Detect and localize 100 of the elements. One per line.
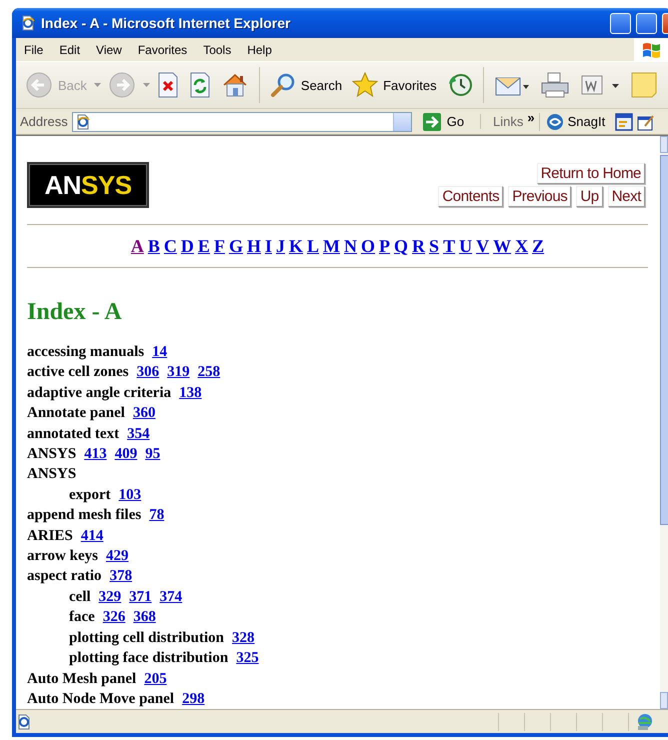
letter-link[interactable]: B bbox=[148, 236, 160, 257]
letter-link[interactable]: A bbox=[130, 236, 144, 257]
swirl-icon bbox=[546, 112, 564, 130]
search-icon bbox=[270, 72, 296, 98]
nav-button[interactable]: Previous bbox=[508, 186, 572, 207]
letter-link[interactable]: G bbox=[228, 236, 243, 257]
star-icon bbox=[352, 72, 378, 98]
menu-item[interactable]: Tools bbox=[195, 42, 240, 56]
page-link[interactable]: 378 bbox=[110, 566, 132, 587]
index-term: annotated text bbox=[27, 424, 120, 444]
letter-link[interactable]: Q bbox=[394, 236, 408, 257]
page-link[interactable]: 319 bbox=[167, 362, 190, 383]
page-link[interactable]: 95 bbox=[145, 444, 160, 464]
page-link[interactable]: 429 bbox=[106, 546, 128, 566]
window-title: Index - A - Microsoft Internet Explorer bbox=[41, 15, 292, 31]
letter-link[interactable]: K bbox=[288, 236, 303, 257]
index-term: plotting face distribution bbox=[69, 649, 228, 668]
index-term: face bbox=[69, 608, 95, 628]
menu-item[interactable]: Edit bbox=[51, 42, 88, 56]
letter-link[interactable]: U bbox=[459, 236, 472, 257]
page-link[interactable]: 328 bbox=[232, 628, 255, 648]
letter-link[interactable]: O bbox=[361, 236, 376, 257]
letter-link[interactable]: C bbox=[164, 236, 177, 257]
index-term: Auto Mesh panel bbox=[27, 670, 136, 688]
letter-link[interactable]: L bbox=[307, 236, 320, 257]
search-button[interactable]: Search bbox=[266, 70, 346, 100]
dropdown-caret-icon bbox=[142, 83, 150, 87]
page-link[interactable]: 306 bbox=[136, 362, 160, 383]
scrollbar-thumb[interactable] bbox=[660, 155, 668, 525]
letter-link[interactable]: F bbox=[214, 236, 225, 257]
menu-item[interactable]: Help bbox=[239, 42, 280, 56]
page-link[interactable]: 298 bbox=[182, 688, 205, 709]
page-link[interactable]: 354 bbox=[127, 424, 150, 444]
more-links-chevron[interactable]: » bbox=[527, 110, 535, 125]
index-term: ARIES bbox=[27, 526, 73, 546]
ansys-logo: ANSYS bbox=[27, 162, 149, 208]
page-heading: Index - A bbox=[27, 298, 123, 327]
menu-item[interactable]: View bbox=[88, 42, 130, 56]
stop-icon bbox=[156, 72, 179, 98]
page-link[interactable]: 374 bbox=[160, 586, 182, 608]
dropdown-caret-icon bbox=[94, 83, 101, 87]
home-icon bbox=[220, 72, 249, 98]
letter-link[interactable]: N bbox=[344, 236, 358, 257]
letter-link[interactable]: V bbox=[476, 236, 490, 257]
address-field[interactable] bbox=[72, 112, 412, 132]
letter-link[interactable]: S bbox=[429, 236, 440, 257]
letter-link[interactable]: Z bbox=[532, 236, 544, 257]
menu-item[interactable]: Favorites bbox=[130, 42, 196, 56]
page-icon bbox=[16, 714, 32, 730]
page-link[interactable]: 368 bbox=[133, 607, 156, 628]
letter-link[interactable]: E bbox=[198, 236, 210, 257]
page-link[interactable]: 414 bbox=[80, 526, 104, 546]
nav-button[interactable]: Next bbox=[608, 186, 645, 207]
page-link[interactable]: 409 bbox=[114, 444, 138, 464]
page-link[interactable]: 413 bbox=[84, 444, 107, 464]
index-term: accessing manuals bbox=[27, 343, 144, 362]
index-term: Auto Node Move panel bbox=[27, 690, 174, 709]
letter-link[interactable]: H bbox=[246, 236, 261, 257]
home-button[interactable]: Return to Home bbox=[536, 163, 645, 184]
favorites-button[interactable]: Favorites bbox=[349, 70, 440, 100]
letter-link[interactable]: P bbox=[379, 236, 390, 257]
letter-link[interactable]: D bbox=[180, 236, 194, 257]
page-link[interactable]: 326 bbox=[102, 607, 126, 628]
index-term: ANSYS bbox=[27, 465, 76, 484]
page-link[interactable]: 103 bbox=[118, 484, 142, 506]
page-link[interactable]: 360 bbox=[132, 403, 156, 424]
menu-item[interactable]: File bbox=[16, 42, 52, 56]
index-term: export bbox=[69, 486, 111, 505]
page-link[interactable]: 205 bbox=[144, 668, 167, 689]
letter-link[interactable]: M bbox=[323, 236, 340, 257]
page-icon bbox=[74, 114, 91, 130]
go-button[interactable]: Go bbox=[416, 112, 470, 132]
letter-link[interactable]: I bbox=[264, 236, 272, 257]
refresh-icon bbox=[188, 72, 211, 98]
letter-link[interactable]: W bbox=[493, 236, 512, 257]
nav-button[interactable]: Contents bbox=[438, 186, 504, 207]
index-term: adaptive angle criteria bbox=[27, 384, 172, 403]
page-link[interactable]: 258 bbox=[198, 362, 220, 383]
index-term: append mesh files bbox=[27, 506, 142, 526]
page-link[interactable]: 138 bbox=[179, 382, 202, 404]
minimize-button[interactable] bbox=[610, 12, 631, 34]
internet-zone-icon bbox=[635, 712, 653, 730]
page-link[interactable]: 14 bbox=[152, 342, 168, 362]
page-link[interactable]: 78 bbox=[149, 505, 164, 526]
page-link[interactable]: 371 bbox=[129, 586, 152, 608]
page-link[interactable]: 325 bbox=[236, 648, 259, 668]
index-term: Annotate panel bbox=[27, 404, 125, 424]
letter-link[interactable]: X bbox=[515, 236, 528, 257]
letter-link[interactable]: T bbox=[443, 236, 456, 257]
letter-link[interactable]: J bbox=[276, 236, 285, 257]
maximize-button[interactable] bbox=[636, 12, 657, 34]
edit-document-icon bbox=[637, 112, 656, 130]
nav-button[interactable]: Up bbox=[576, 186, 603, 207]
letter-link[interactable]: R bbox=[412, 236, 426, 257]
index-term: arrow keys bbox=[27, 547, 98, 566]
snagit-button[interactable]: SnagIt bbox=[538, 112, 612, 130]
links-label: Links bbox=[480, 114, 524, 129]
index-term: active cell zones bbox=[27, 363, 129, 382]
page-link[interactable]: 329 bbox=[98, 586, 122, 608]
page-icon bbox=[20, 15, 36, 31]
